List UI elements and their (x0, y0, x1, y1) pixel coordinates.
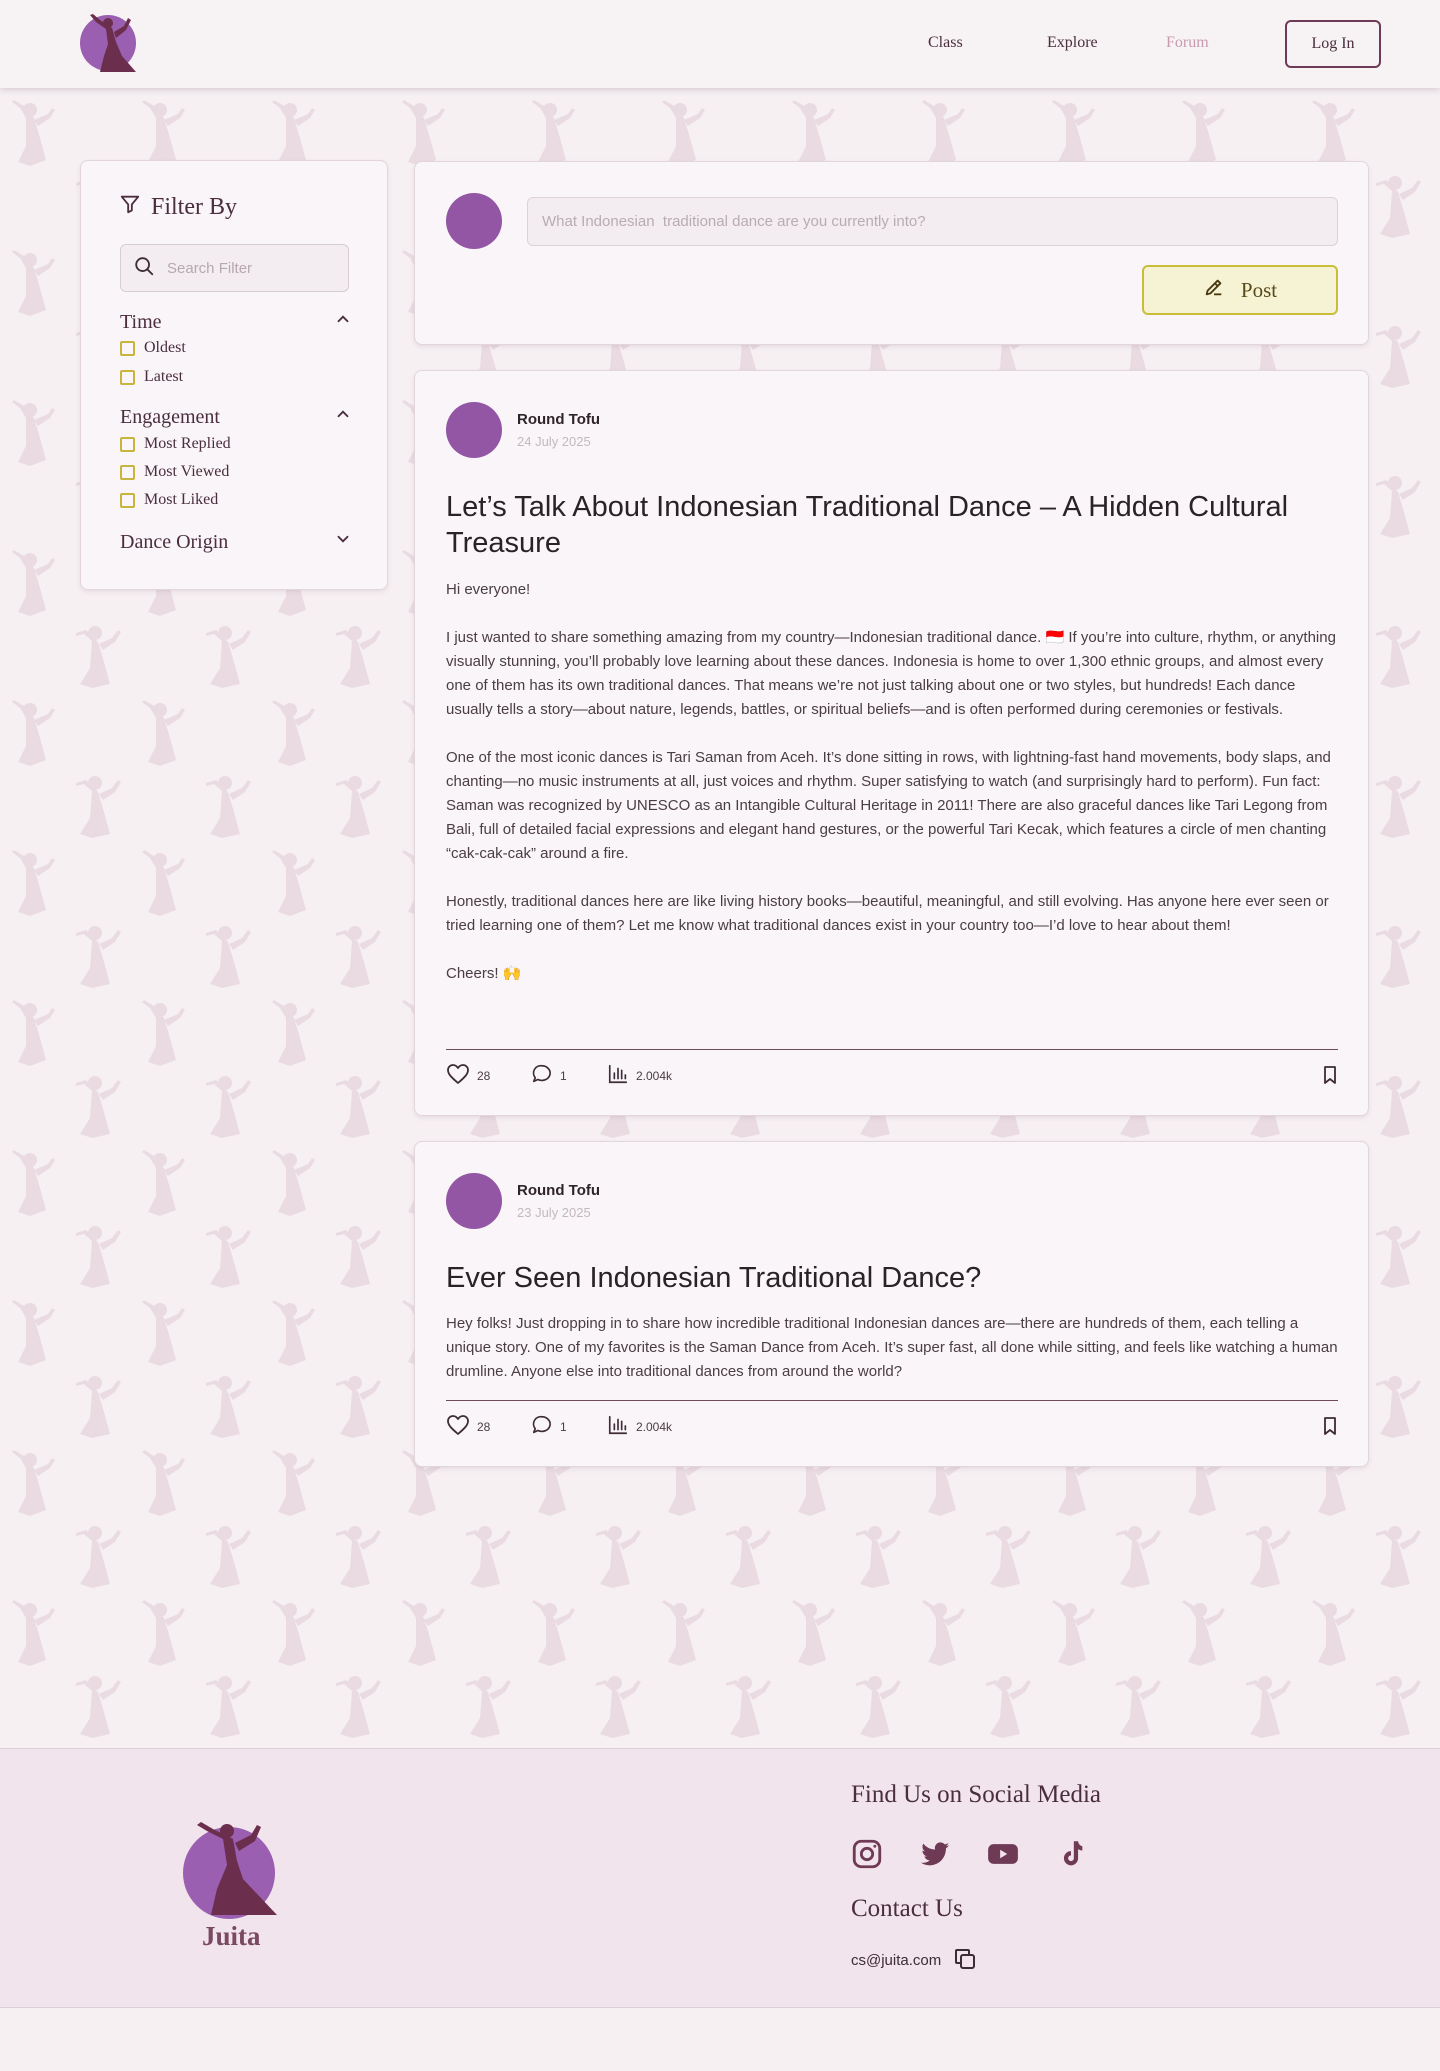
juita-logo[interactable] (78, 10, 144, 76)
like-button[interactable]: 28 (446, 1063, 490, 1088)
filter-group-label: Engagement (120, 405, 220, 428)
post-author[interactable]: Round Tofu (517, 1182, 600, 1199)
checkbox[interactable] (120, 436, 135, 452)
post-title[interactable]: Let’s Talk About Indonesian Traditional … (446, 489, 1346, 561)
juita-logo[interactable] (177, 1819, 287, 1919)
tiktok-icon[interactable] (1054, 1837, 1088, 1876)
filter-option-label: Latest (144, 368, 184, 385)
comment-button[interactable]: 1 (531, 1063, 567, 1088)
filter-option-label: Oldest (144, 339, 186, 356)
post-date: 24 July 2025 (517, 434, 591, 449)
forum-post[interactable]: Round Tofu 23 July 2025 Ever Seen Indone… (414, 1141, 1369, 1467)
post-body: Hey folks! Just dropping in to share how… (446, 1312, 1341, 1408)
bar-chart-icon (607, 1063, 629, 1088)
like-button[interactable]: 28 (446, 1414, 490, 1439)
contact-email[interactable]: cs@juita.com (851, 1952, 941, 1969)
comment-count: 1 (560, 1419, 567, 1434)
filter-title: Filter By (151, 194, 238, 220)
views-stat: 2.004k (607, 1063, 672, 1088)
heart-icon (446, 1414, 470, 1439)
filter-option-label: Most Replied (144, 435, 231, 452)
post-button-label: Post (1240, 277, 1278, 302)
post-title[interactable]: Ever Seen Indonesian Traditional Dance? (446, 1260, 1346, 1296)
filter-group-label: Time (120, 310, 162, 333)
top-navbar: Class Explore Forum Log In (0, 0, 1440, 88)
youtube-icon[interactable] (985, 1837, 1021, 1876)
post-paragraph: One of the most iconic dances is Tari Sa… (446, 749, 1331, 862)
bar-chart-icon (607, 1414, 629, 1439)
filter-search-input[interactable] (167, 259, 327, 277)
chevron-up-icon[interactable] (334, 405, 352, 429)
social-media-heading: Find Us on Social Media (851, 1781, 1101, 1808)
avatar[interactable] (446, 1173, 502, 1229)
filter-option-latest[interactable]: Latest (120, 368, 183, 386)
comment-icon (531, 1414, 553, 1439)
like-count: 28 (477, 1068, 491, 1083)
heart-icon (446, 1063, 470, 1088)
checkbox[interactable] (120, 340, 135, 356)
forum-post[interactable]: Round Tofu 24 July 2025 Let’s Talk About… (414, 370, 1369, 1116)
post-paragraph: Honestly, traditional dances here are li… (446, 893, 1329, 934)
avatar[interactable] (446, 402, 502, 458)
site-footer: Juita Find Us on Social Media Contact Us… (0, 1748, 1440, 2008)
filter-group-time[interactable]: Time (120, 310, 352, 334)
checkbox[interactable] (120, 464, 135, 480)
post-paragraph: Hey folks! Just dropping in to share how… (446, 1315, 1338, 1380)
post-paragraph: Hi everyone! (446, 581, 531, 598)
comment-icon (531, 1063, 553, 1088)
filter-option-oldest[interactable]: Oldest (120, 339, 186, 357)
view-count: 2.004k (636, 1068, 673, 1083)
filter-heading: Filter By (119, 193, 237, 222)
chevron-down-icon[interactable] (334, 530, 352, 554)
post-paragraph: Cheers! 🙌 (446, 965, 522, 982)
bookmark-icon[interactable] (1320, 1064, 1340, 1091)
post-composer: Post (414, 161, 1369, 345)
twitter-icon[interactable] (918, 1837, 952, 1876)
filter-option-most-replied[interactable]: Most Replied (120, 435, 231, 453)
post-body: Hi everyone! I just wanted to share some… (446, 578, 1341, 1010)
copy-icon[interactable] (953, 1947, 977, 1976)
filter-panel: Filter By Time Oldest Latest Engagement … (80, 160, 388, 590)
search-icon (133, 255, 155, 282)
checkbox[interactable] (120, 492, 135, 508)
filter-search-box[interactable] (120, 244, 349, 292)
filter-option-most-liked[interactable]: Most Liked (120, 491, 218, 509)
contact-heading: Contact Us (851, 1895, 963, 1922)
footer-brand-name: Juita (202, 1921, 261, 1951)
comment-count: 1 (560, 1068, 567, 1083)
login-button[interactable]: Log In (1285, 20, 1381, 68)
filter-funnel-icon (119, 193, 141, 222)
filter-option-label: Most Viewed (144, 463, 230, 480)
post-author[interactable]: Round Tofu (517, 411, 600, 428)
post-button[interactable]: Post (1142, 265, 1338, 315)
view-count: 2.004k (636, 1419, 673, 1434)
post-composer-input[interactable] (527, 197, 1338, 246)
nav-class-link[interactable]: Class (928, 34, 963, 52)
checkbox[interactable] (120, 369, 135, 385)
post-paragraph: I just wanted to share something amazing… (446, 629, 1336, 718)
filter-option-most-viewed[interactable]: Most Viewed (120, 463, 229, 481)
post-date: 23 July 2025 (517, 1205, 591, 1220)
filter-option-label: Most Liked (144, 491, 219, 508)
like-count: 28 (477, 1419, 491, 1434)
chevron-up-icon[interactable] (334, 310, 352, 334)
post-divider (446, 1049, 1338, 1050)
comment-button[interactable]: 1 (531, 1414, 567, 1439)
post-divider (446, 1400, 1338, 1401)
filter-group-label: Dance Origin (120, 530, 229, 553)
nav-explore-link[interactable]: Explore (1047, 34, 1098, 52)
pencil-icon (1203, 276, 1225, 304)
filter-group-dance-origin[interactable]: Dance Origin (120, 530, 352, 554)
avatar (446, 193, 502, 249)
filter-group-engagement[interactable]: Engagement (120, 405, 352, 429)
nav-forum-link[interactable]: Forum (1166, 34, 1209, 52)
bookmark-icon[interactable] (1320, 1415, 1340, 1442)
views-stat: 2.004k (607, 1414, 672, 1439)
instagram-icon[interactable] (850, 1837, 884, 1876)
